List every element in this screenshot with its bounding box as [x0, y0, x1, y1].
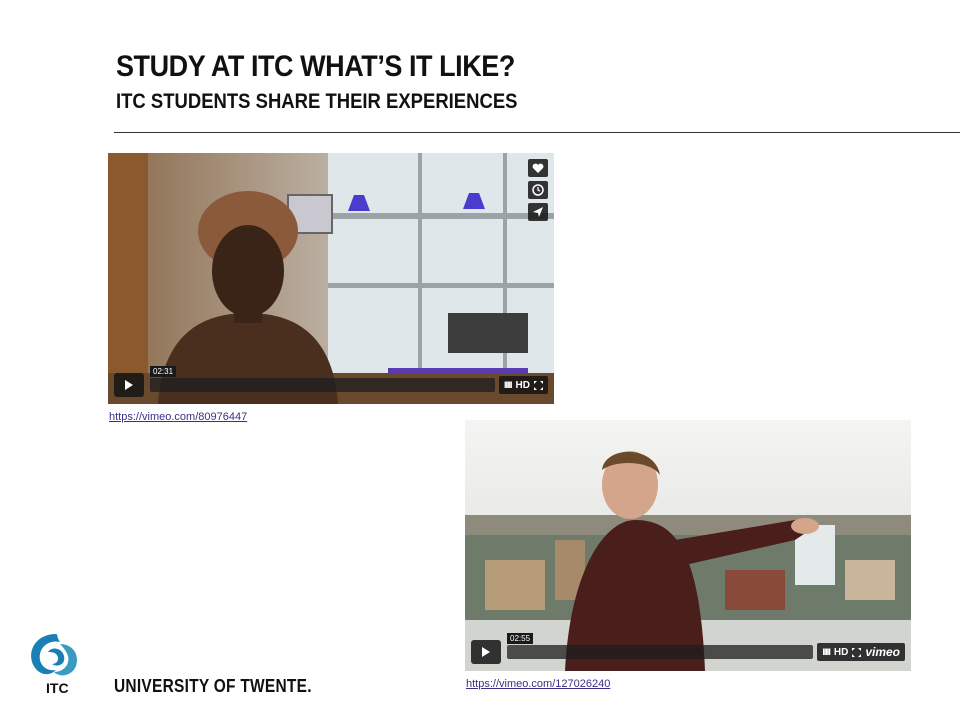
- play-button[interactable]: [471, 640, 501, 664]
- progress-bar[interactable]: [150, 378, 496, 392]
- vimeo-logo[interactable]: vimeo: [865, 645, 900, 659]
- video-controls: 02:55 IIIII HD vimeo: [471, 633, 905, 665]
- send-icon[interactable]: [528, 203, 548, 221]
- progress-bar[interactable]: [507, 645, 814, 659]
- fullscreen-icon[interactable]: [852, 647, 862, 657]
- university-name: UNIVERSITY OF TWENTE.: [114, 676, 312, 696]
- itc-logo-text: ITC: [46, 680, 69, 696]
- clock-icon[interactable]: [528, 181, 548, 199]
- heart-icon[interactable]: [528, 159, 548, 177]
- quality-controls: IIIII HD vimeo: [817, 643, 905, 661]
- slide-title: STUDY AT ITC WHAT’S IT LIKE?: [116, 50, 515, 83]
- video-link-2[interactable]: https://vimeo.com/127026240: [466, 678, 610, 690]
- hd-toggle[interactable]: HD: [834, 647, 848, 658]
- play-button[interactable]: [114, 373, 144, 397]
- video-player-1[interactable]: 02:31 IIIII HD: [108, 153, 554, 404]
- play-icon: [482, 647, 490, 657]
- video-side-icons: [528, 159, 548, 221]
- video-controls: 02:31 IIIII HD: [114, 366, 548, 398]
- volume-icon[interactable]: IIIII: [504, 380, 512, 390]
- fullscreen-icon[interactable]: [534, 380, 543, 390]
- title-divider: [114, 132, 960, 133]
- video-duration: 02:31: [150, 366, 177, 377]
- video-link-1[interactable]: https://vimeo.com/80976447: [109, 411, 247, 423]
- quality-controls: IIIII HD: [499, 376, 548, 394]
- slide-subtitle: ITC STUDENTS SHARE THEIR EXPERIENCES: [116, 90, 518, 113]
- volume-icon[interactable]: IIIII: [822, 647, 830, 657]
- video-player-2[interactable]: 02:55 IIIII HD vimeo: [465, 420, 911, 671]
- play-icon: [125, 380, 133, 390]
- hd-toggle[interactable]: HD: [516, 380, 530, 391]
- video-duration: 02:55: [507, 633, 534, 644]
